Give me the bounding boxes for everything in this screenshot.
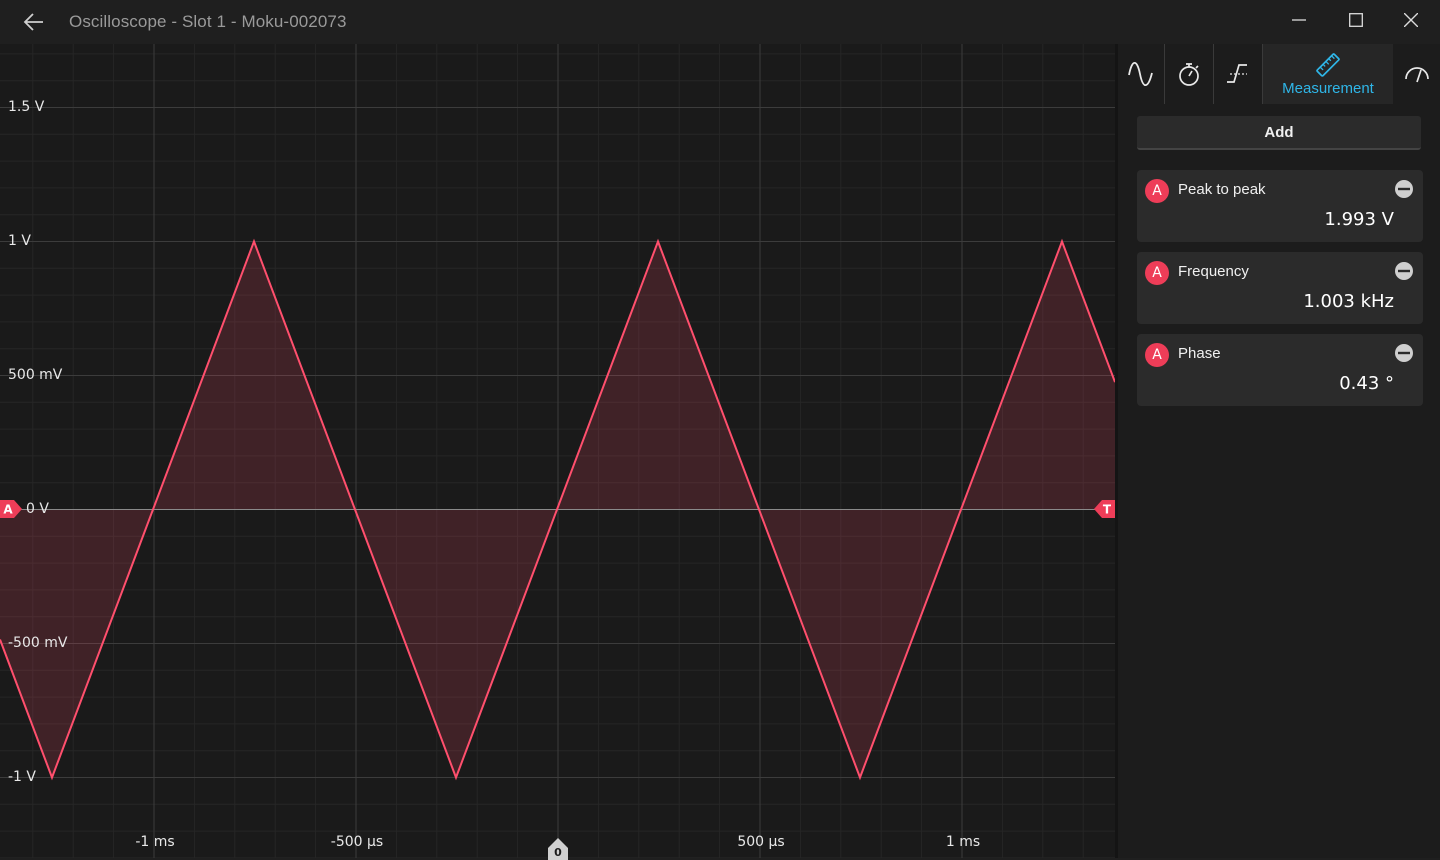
trigger-edge-icon: [1227, 64, 1247, 83]
stopwatch-icon: [1179, 63, 1199, 86]
minimize-button[interactable]: [1271, 0, 1327, 40]
trigger-level-marker[interactable]: T: [1094, 500, 1116, 518]
maximize-icon: [1349, 13, 1363, 27]
add-measurement-button[interactable]: Add: [1137, 116, 1421, 150]
window-title: Oscilloscope - Slot 1 - Moku-002073: [69, 12, 347, 31]
tab-trigger[interactable]: [1214, 44, 1263, 104]
gauge-icon: [1404, 67, 1429, 83]
measurement-card[interactable]: A Phase 0.43 °: [1137, 334, 1423, 406]
channel-badge: A: [1145, 179, 1169, 203]
measurement-name: Frequency: [1178, 263, 1249, 280]
measurement-value: 1.993 V: [1324, 209, 1394, 230]
ruler-icon: [1316, 52, 1340, 77]
x-tick-label: 500 µs: [737, 834, 785, 850]
minus-circle-icon: [1395, 344, 1413, 362]
tab-timebase[interactable]: [1165, 44, 1214, 104]
back-button[interactable]: [12, 0, 56, 44]
x-tick-label: -1 ms: [135, 834, 175, 850]
measurement-card[interactable]: A Peak to peak 1.993 V: [1137, 170, 1423, 242]
remove-measurement-button[interactable]: [1394, 179, 1414, 199]
channel-a-offset-marker[interactable]: A: [0, 500, 22, 518]
remove-measurement-button[interactable]: [1394, 343, 1414, 363]
y-tick-label: -1 V: [8, 769, 36, 785]
y-tick-label: 500 mV: [8, 367, 63, 383]
arrow-left-icon: [23, 13, 43, 31]
measurement-card[interactable]: A Frequency 1.003 kHz: [1137, 252, 1423, 324]
channel-badge: A: [1145, 261, 1169, 285]
oscilloscope-plot[interactable]: 1.5 V 1 V 500 mV 0 V -500 mV -1 V -1 ms …: [0, 44, 1116, 860]
minus-circle-icon: [1395, 262, 1413, 280]
time-zero-label: 0: [554, 846, 562, 859]
y-tick-label: 1 V: [8, 233, 31, 249]
measurement-value: 0.43 °: [1339, 373, 1394, 394]
maximize-button[interactable]: [1328, 0, 1384, 40]
side-panel: Measurement Add A Peak to peak 1.993 V A…: [1115, 44, 1440, 858]
title-bar: Oscilloscope - Slot 1 - Moku-002073: [0, 0, 1440, 44]
tab-more[interactable]: [1393, 44, 1440, 104]
panel-tabs: Measurement: [1118, 44, 1440, 104]
close-button[interactable]: [1383, 0, 1439, 40]
minus-circle-icon: [1395, 180, 1413, 198]
channel-marker-label: A: [3, 503, 13, 517]
tab-measurement-label: Measurement: [1282, 79, 1374, 97]
plot-canvas[interactable]: [0, 44, 1115, 858]
x-tick-label: -500 µs: [330, 834, 384, 850]
sine-wave-icon: [1128, 61, 1153, 87]
time-zero-marker[interactable]: 0: [547, 838, 569, 860]
tab-measurement[interactable]: Measurement: [1263, 44, 1393, 104]
tab-channels[interactable]: [1118, 44, 1165, 104]
minimize-icon: [1292, 19, 1306, 21]
channel-badge: A: [1145, 343, 1169, 367]
measurement-name: Phase: [1178, 345, 1221, 362]
trigger-marker-label: T: [1103, 503, 1112, 517]
measurement-name: Peak to peak: [1178, 181, 1266, 198]
remove-measurement-button[interactable]: [1394, 261, 1414, 281]
y-tick-label: 1.5 V: [8, 99, 45, 115]
x-tick-label: 1 ms: [945, 834, 981, 850]
y-tick-label: -500 mV: [8, 635, 68, 651]
y-tick-label: 0 V: [26, 501, 49, 517]
measurement-value: 1.003 kHz: [1303, 291, 1394, 312]
close-icon: [1404, 13, 1418, 27]
